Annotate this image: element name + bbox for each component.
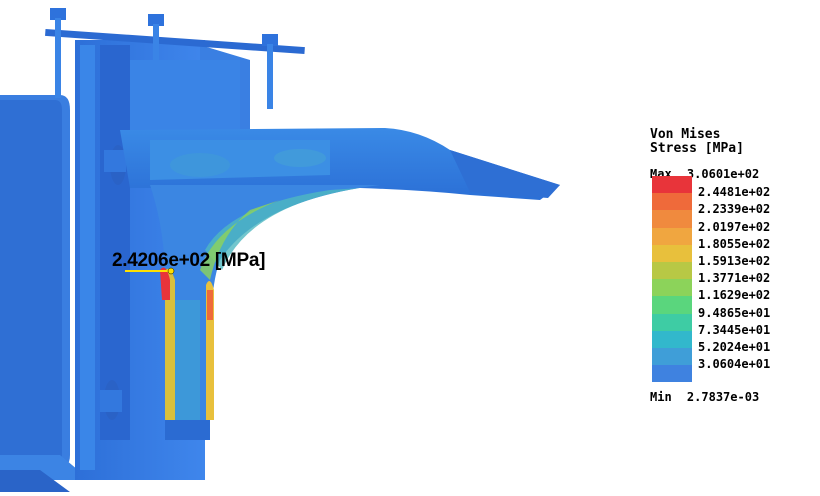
legend-swatch — [652, 313, 692, 331]
legend-level-value: 1.8055e+02 — [698, 236, 771, 251]
legend-level-value: 3.0604e+01 — [698, 357, 771, 372]
legend-swatch — [652, 261, 692, 280]
legend-swatch — [652, 279, 692, 297]
legend-min-value: 2.7837e-03 — [686, 390, 760, 404]
legend-swatch — [652, 176, 692, 194]
legend-level-value: 2.4481e+02 — [698, 185, 771, 200]
legend-level-value: 2.2339e+02 — [698, 202, 771, 217]
legend-swatch — [652, 365, 692, 383]
legend-color-bar — [652, 176, 692, 383]
legend-level-value: 1.5913e+02 — [698, 254, 771, 268]
bracket-stress-model — [0, 8, 560, 492]
legend-min-row: Min 2.7837e-03 — [650, 390, 759, 404]
legend-level-value: 1.3771e+02 — [698, 271, 771, 286]
legend-title-line1: Von Mises — [650, 127, 721, 142]
legend-level-value: 5.2024e+01 — [698, 340, 771, 354]
legend-level-value: 2.0197e+02 — [698, 219, 771, 234]
legend-swatch — [652, 193, 692, 211]
legend-level-value: 9.4865e+01 — [698, 305, 771, 320]
legend-swatch — [652, 210, 692, 228]
legend-max-value: 3.0601e+02 — [686, 167, 760, 181]
stress-legend: Von Mises Stress [MPa] Max 3.0601e+02 2.… — [650, 127, 815, 405]
legend-swatch — [652, 330, 692, 348]
gusset-web — [150, 185, 380, 440]
legend-swatch — [652, 296, 692, 314]
probe-value-label: 2.4206e+02 [MPa] — [112, 250, 266, 271]
legend-swatch — [652, 227, 692, 245]
legend-min-label: Min — [650, 390, 672, 404]
legend-swatch — [652, 347, 692, 366]
legend-level-value: 1.1629e+02 — [698, 288, 771, 303]
model-viewport[interactable]: 2.4206e+02 [MPa] — [0, 0, 820, 496]
legend-swatch — [652, 244, 692, 262]
legend-level-value: 7.3445e+01 — [698, 322, 771, 337]
legend-title-line2: Stress [MPa] — [650, 141, 744, 156]
